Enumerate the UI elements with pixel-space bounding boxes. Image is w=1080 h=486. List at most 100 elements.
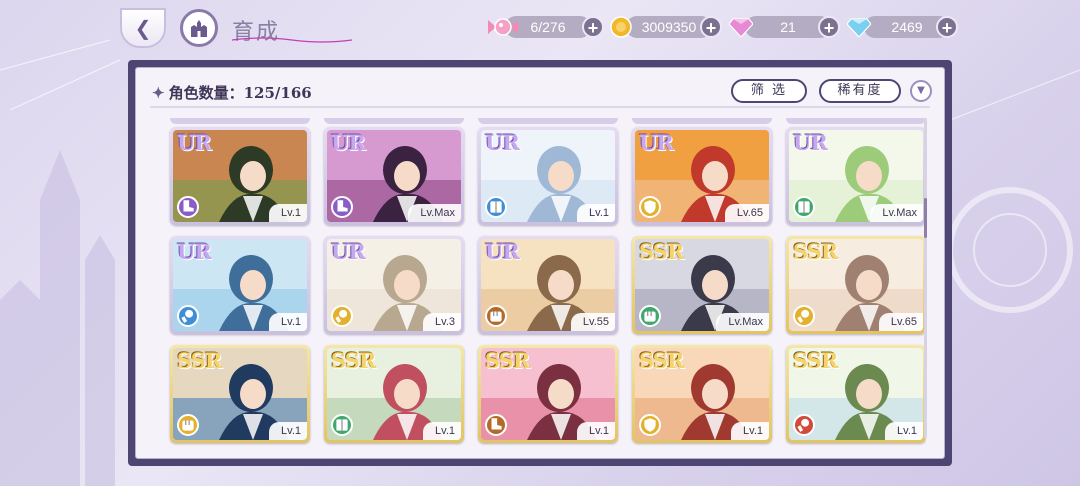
level-label: Lv.Max	[716, 313, 769, 331]
gold-value: 3009350	[641, 19, 697, 35]
level-label: Lv.1	[269, 204, 307, 222]
character-portrait: UR Lv.Max	[327, 130, 461, 222]
rarity-badge: SSR	[331, 348, 376, 373]
boot-icon	[177, 196, 199, 218]
rarity-badge: UR	[177, 239, 212, 264]
rarity-badge: SSR	[793, 348, 838, 373]
brush-icon	[331, 305, 353, 327]
character-card[interactable]: UR Lv.55	[478, 236, 618, 334]
pink-gem-value: 21	[780, 19, 796, 35]
level-label: Lv.55	[570, 313, 615, 331]
gold-add-button[interactable]: +	[700, 16, 722, 38]
character-portrait: UR Lv.1	[173, 239, 307, 331]
level-label: Lv.1	[577, 204, 615, 222]
level-label: Lv.1	[269, 313, 307, 331]
blue-gem-add-button[interactable]: +	[936, 16, 958, 38]
card-edge-above	[324, 118, 464, 124]
character-card[interactable]: SSR Lv.1	[324, 345, 464, 443]
candy-icon	[488, 12, 518, 42]
character-portrait: UR Lv.1	[481, 130, 615, 222]
character-portrait: UR Lv.1	[173, 130, 307, 222]
rarity-badge: UR	[639, 130, 674, 155]
back-button[interactable]: ❮	[120, 8, 166, 48]
book-icon	[331, 414, 353, 436]
top-bar: ❮ 育成 6/276 + 3009350 + 21 + 2469 +	[0, 0, 1080, 56]
shield-icon	[639, 414, 661, 436]
character-count-label: ✦ 角色数量：125/166	[152, 82, 312, 103]
pink-diamond-icon	[726, 12, 756, 42]
pink-gem-add-button[interactable]: +	[818, 16, 840, 38]
character-card[interactable]: UR Lv.3	[324, 236, 464, 334]
filter-button[interactable]: 筛 选	[731, 79, 807, 103]
character-card[interactable]: UR Lv.65	[632, 127, 772, 225]
fist-icon	[485, 305, 507, 327]
character-portrait: UR Lv.3	[327, 239, 461, 331]
rarity-badge: SSR	[639, 239, 684, 264]
sort-order-button[interactable]: ▼	[910, 80, 932, 102]
count-value: 125/166	[243, 84, 312, 102]
character-portrait: SSR Lv.1	[173, 348, 307, 440]
rarity-badge: SSR	[793, 239, 838, 264]
level-label: Lv.Max	[870, 204, 923, 222]
character-card[interactable]: SSR Lv.1	[478, 345, 618, 443]
level-label: Lv.Max	[408, 204, 461, 222]
back-arrow-icon: ❮	[134, 16, 152, 40]
character-portrait: SSR Lv.1	[481, 348, 615, 440]
character-portrait: UR Lv.65	[635, 130, 769, 222]
brush-icon	[793, 305, 815, 327]
blue-gem-value: 2469	[891, 19, 923, 35]
rarity-badge: SSR	[639, 348, 684, 373]
character-grid: UR Lv.1 UR Lv.Max UR Lv.1 UR Lv.65 UR Lv.Max UR Lv.…	[166, 118, 926, 453]
level-label: Lv.65	[724, 204, 769, 222]
blue-diamond-icon	[844, 12, 874, 42]
header-divider	[150, 106, 930, 108]
character-panel: ✦ 角色数量：125/166 筛 选 稀有度 ▼ UR Lv.1 UR Lv.Max UR…	[128, 60, 952, 466]
sparkle-icon: ✦	[152, 84, 165, 102]
card-edge-above	[786, 118, 926, 124]
book-icon	[793, 196, 815, 218]
boot-icon	[485, 414, 507, 436]
character-card[interactable]: UR Lv.1	[170, 127, 310, 225]
character-card[interactable]: SSR Lv.Max	[632, 236, 772, 334]
character-card[interactable]: SSR Lv.1	[786, 345, 926, 443]
castle-icon	[191, 20, 207, 37]
character-card[interactable]: SSR Lv.65	[786, 236, 926, 334]
character-card[interactable]: SSR Lv.1	[632, 345, 772, 443]
gold-coin-icon	[606, 12, 636, 42]
count-label-text: 角色数量：	[168, 84, 244, 102]
brush-icon	[793, 414, 815, 436]
home-button[interactable]	[180, 9, 218, 47]
stamina-add-button[interactable]: +	[582, 16, 604, 38]
character-portrait: SSR Lv.1	[789, 348, 923, 440]
level-label: Lv.1	[731, 422, 769, 440]
level-label: Lv.65	[878, 313, 923, 331]
level-label: Lv.3	[423, 313, 461, 331]
character-card[interactable]: UR Lv.1	[478, 127, 618, 225]
character-card[interactable]: SSR Lv.1	[170, 345, 310, 443]
character-portrait: UR Lv.55	[481, 239, 615, 331]
rarity-badge: UR	[485, 239, 520, 264]
panel-inner: ✦ 角色数量：125/166 筛 选 稀有度 ▼ UR Lv.1 UR Lv.Max UR…	[135, 67, 945, 459]
character-card[interactable]: UR Lv.1	[170, 236, 310, 334]
character-portrait: SSR Lv.65	[789, 239, 923, 331]
card-edge-above	[478, 118, 618, 124]
character-portrait: UR Lv.Max	[789, 130, 923, 222]
rarity-badge: UR	[331, 239, 366, 264]
title-flourish	[232, 37, 352, 43]
rarity-sort-button[interactable]: 稀有度	[819, 79, 901, 103]
character-portrait: SSR Lv.Max	[635, 239, 769, 331]
level-label: Lv.1	[269, 422, 307, 440]
character-card[interactable]: UR Lv.Max	[786, 127, 926, 225]
book-icon	[485, 196, 507, 218]
fist-icon	[177, 414, 199, 436]
character-card[interactable]: UR Lv.Max	[324, 127, 464, 225]
card-edge-above	[170, 118, 310, 124]
rarity-badge: SSR	[177, 348, 222, 373]
rarity-badge: SSR	[485, 348, 530, 373]
stamina-value: 6/276	[530, 19, 566, 35]
rarity-badge: UR	[793, 130, 828, 155]
brush-icon	[177, 305, 199, 327]
scrollbar[interactable]	[924, 118, 927, 438]
scrollbar-thumb[interactable]	[924, 198, 927, 238]
rarity-badge: UR	[485, 130, 520, 155]
